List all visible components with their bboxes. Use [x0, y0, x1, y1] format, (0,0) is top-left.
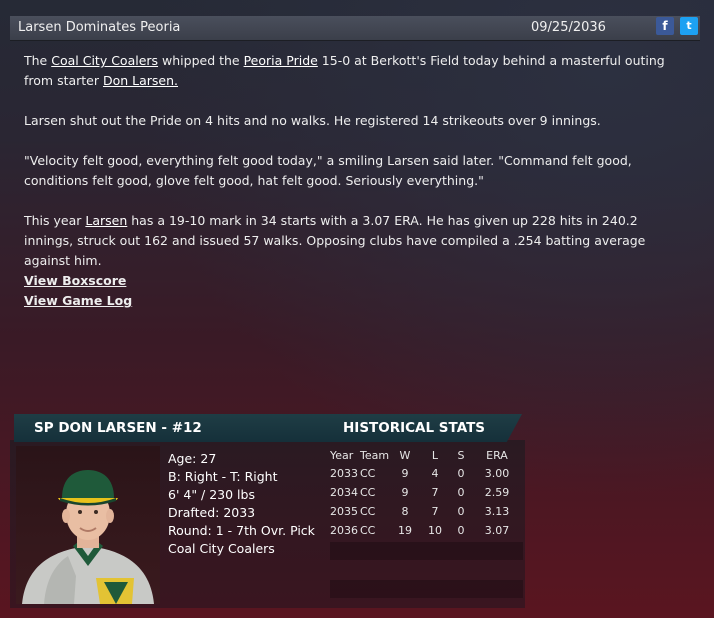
stats-cell: 4 [431, 467, 439, 480]
historical-stats-title: HISTORICAL STATS [343, 420, 486, 436]
article-links: View Boxscore View Game Log [24, 271, 132, 311]
facebook-share-icon[interactable]: f [656, 17, 674, 35]
team-link-peoria-pride[interactable]: Peoria Pride [244, 53, 318, 68]
player-panel-title: SP DON LARSEN - #12 [34, 420, 202, 436]
stats-cell: 7 [431, 505, 439, 518]
player-age: Age: 27 [168, 451, 217, 466]
player-avatar-icon [22, 470, 154, 604]
stats-cell: 0 [457, 467, 465, 480]
view-game-log-link[interactable]: View Game Log [24, 291, 132, 311]
stats-header-s[interactable]: S [450, 446, 472, 464]
player-panel-header: SP DON LARSEN - #12 HISTORICAL STATS [14, 414, 522, 442]
stats-cell: 19 [398, 524, 412, 537]
article-paragraph-3: "Velocity felt good, everything felt goo… [24, 153, 632, 188]
stats-cell: 7 [431, 486, 439, 499]
stats-cell: 2.59 [484, 486, 510, 499]
player-drafted: Drafted: 2033 [168, 505, 256, 520]
stats-cell: 9 [401, 486, 409, 499]
player-height-weight: 6' 4" / 230 lbs [168, 487, 255, 502]
stats-cell: 3.13 [484, 505, 510, 518]
player-draft-round: Round: 1 - 7th Ovr. Pick [168, 523, 315, 538]
stats-header-row: Year Team W L S ERA [330, 446, 522, 464]
stats-header-w[interactable]: W [390, 446, 420, 464]
table-row[interactable]: 2035 CC 8 7 0 3.13 [330, 502, 522, 521]
stats-cell: 2034 [330, 486, 358, 499]
article-paragraph-1: The Coal City Coalers whipped the Peoria… [24, 51, 684, 91]
stats-cell: CC [360, 505, 376, 518]
article-date: 09/25/2036 [531, 20, 606, 35]
stats-empty-row [330, 542, 523, 560]
player-link-don-larsen[interactable]: Don Larsen. [103, 73, 178, 88]
stats-header-era[interactable]: ERA [472, 446, 522, 464]
stats-cell: 10 [428, 524, 442, 537]
article-header-bar: Larsen Dominates Peoria 09/25/2036 f t [10, 16, 700, 41]
stats-cell: CC [360, 467, 376, 480]
stats-cell: 0 [457, 505, 465, 518]
table-row[interactable]: 2034 CC 9 7 0 2.59 [330, 483, 522, 502]
stats-cell: 3.00 [484, 467, 510, 480]
article-paragraph-4: This year Larsen has a 19-10 mark in 34 … [24, 211, 684, 271]
stats-table: Year Team W L S ERA 2033 CC 9 4 0 3.00 2… [330, 446, 522, 540]
stats-cell: 8 [401, 505, 409, 518]
player-bats-throws: B: Right - T: Right [168, 469, 278, 484]
player-link-larsen[interactable]: Larsen [85, 213, 127, 228]
historical-stats-table: Year Team W L S ERA 2033 CC 9 4 0 3.00 2… [330, 446, 523, 540]
stats-cell: 0 [457, 524, 465, 537]
table-row[interactable]: 2036 CC 19 10 0 3.07 [330, 521, 522, 540]
stats-header-year[interactable]: Year [330, 446, 360, 464]
player-info: Age: 27 B: Right - T: Right 6' 4" / 230 … [168, 450, 315, 558]
stats-cell: 0 [457, 486, 465, 499]
view-boxscore-link[interactable]: View Boxscore [24, 271, 132, 291]
stats-cell: 2033 [330, 467, 358, 480]
team-link-coal-city-coalers[interactable]: Coal City Coalers [51, 53, 158, 68]
stats-cell: CC [360, 486, 376, 499]
stats-empty-row [330, 580, 523, 598]
stats-cell: 3.07 [484, 524, 510, 537]
stats-cell: CC [360, 524, 376, 537]
twitter-share-icon[interactable]: t [680, 17, 698, 35]
headline: Larsen Dominates Peoria [18, 20, 181, 35]
stats-header-l[interactable]: L [420, 446, 450, 464]
text: This year [24, 213, 86, 228]
article-body: The Coal City Coalers whipped the Peoria… [24, 51, 684, 291]
text: The [24, 53, 52, 68]
text: whipped the [158, 53, 244, 68]
stats-cell: 2035 [330, 505, 358, 518]
stats-header-team[interactable]: Team [360, 446, 390, 464]
stats-cell: 9 [401, 467, 409, 480]
table-row[interactable]: 2033 CC 9 4 0 3.00 [330, 464, 522, 483]
article-paragraph-2: Larsen shut out the Pride on 4 hits and … [24, 113, 601, 128]
player-team: Coal City Coalers [168, 541, 275, 556]
stats-cell: 2036 [330, 524, 358, 537]
player-photo [16, 446, 160, 604]
